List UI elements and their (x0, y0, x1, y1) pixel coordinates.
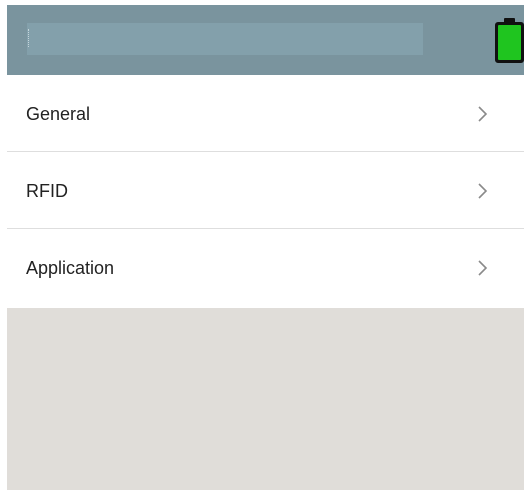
chevron-right-icon (475, 180, 489, 202)
menu-item-rfid[interactable]: RFID (7, 152, 524, 229)
top-bar (7, 5, 524, 75)
menu-item-label: General (26, 104, 91, 124)
title-field[interactable] (27, 23, 423, 55)
menu-item-general[interactable]: General (7, 75, 524, 152)
battery-level-fill (498, 25, 521, 60)
menu-item-application[interactable]: Application (7, 229, 524, 306)
settings-menu: General RFID Application (7, 75, 524, 306)
menu-item-label: Application (26, 258, 115, 278)
menu-item-label: RFID (26, 181, 68, 201)
battery-body (495, 22, 524, 63)
empty-content-area (7, 308, 524, 490)
chevron-right-icon (475, 257, 489, 279)
battery-icon (495, 18, 524, 63)
text-caret (28, 29, 29, 47)
chevron-right-icon (475, 103, 489, 125)
settings-screen: General RFID Application (7, 5, 524, 490)
